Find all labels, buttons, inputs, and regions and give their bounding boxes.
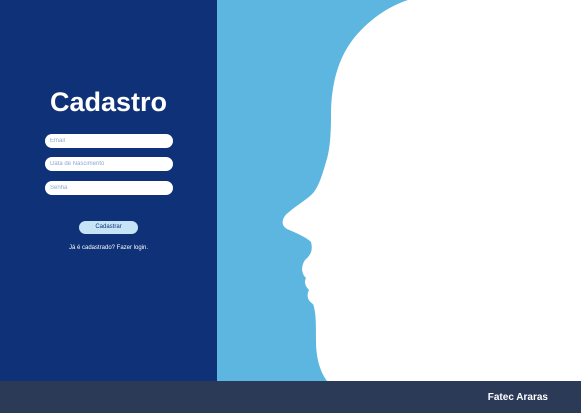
password-field[interactable] xyxy=(45,181,173,195)
face-profile-silhouette-icon xyxy=(282,0,581,381)
page-title: Cadastro xyxy=(49,87,168,117)
birthdate-field[interactable] xyxy=(45,157,173,171)
page: Cadastro Cadastrar Já é cadastrado? Faze… xyxy=(0,0,581,413)
signup-panel: Cadastro Cadastrar Já é cadastrado? Faze… xyxy=(0,0,217,381)
face-silhouette xyxy=(282,0,581,381)
footer-brand: Fatec Araras xyxy=(487,392,548,403)
register-button[interactable]: Cadastrar xyxy=(79,221,138,234)
login-link[interactable]: Já é cadastrado? Fazer login. xyxy=(0,244,217,252)
illustration-panel xyxy=(217,0,581,381)
email-field[interactable] xyxy=(45,134,173,148)
footer: Fatec Araras xyxy=(0,381,581,413)
